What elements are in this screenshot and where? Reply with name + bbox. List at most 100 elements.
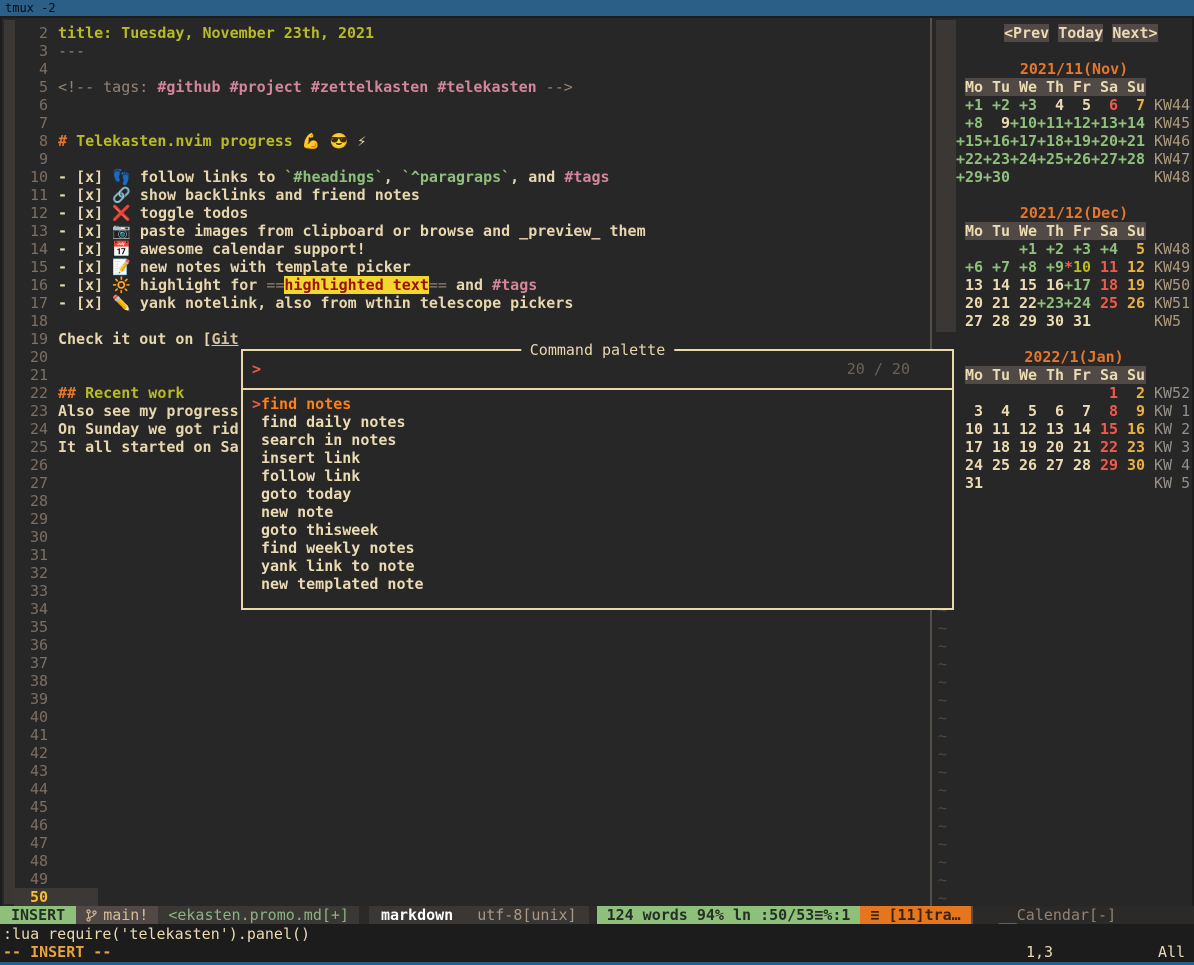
calendar-day[interactable]: 14 xyxy=(983,276,1010,294)
calendar-day[interactable]: +1 xyxy=(1010,240,1037,258)
calendar-day[interactable]: 27 xyxy=(956,312,983,330)
calendar-day[interactable]: +19 xyxy=(1064,132,1091,150)
calendar-day[interactable]: +23 xyxy=(983,150,1010,168)
calendar-panel[interactable]: <Prev Today Next>2021/11(Nov)MoTuWeThFrS… xyxy=(956,24,1192,492)
calendar-day[interactable]: 23 xyxy=(1118,438,1145,456)
next-button[interactable]: Next> xyxy=(1112,24,1157,42)
editor-line[interactable]: 41 xyxy=(14,726,646,744)
calendar-day[interactable]: 9 xyxy=(1118,402,1145,420)
calendar-day[interactable]: 31 xyxy=(1064,312,1091,330)
editor-line[interactable]: 38 xyxy=(14,672,646,690)
calendar-day[interactable]: 12 xyxy=(1118,258,1145,276)
calendar-day[interactable]: 3 xyxy=(956,402,983,420)
editor-line[interactable]: 39 xyxy=(14,690,646,708)
today-button[interactable]: Today xyxy=(1058,24,1103,42)
calendar-day[interactable]: +26 xyxy=(1064,150,1091,168)
calendar-day[interactable]: 28 xyxy=(983,312,1010,330)
editor-line[interactable]: 13- [x] 📷 paste images from clipboard or… xyxy=(14,222,646,240)
editor-line[interactable]: 36 xyxy=(14,636,646,654)
calendar-day[interactable]: +3 xyxy=(1064,240,1091,258)
calendar-day[interactable]: +10 xyxy=(1010,114,1037,132)
palette-item[interactable]: find daily notes xyxy=(243,413,952,431)
calendar-day[interactable]: 14 xyxy=(1064,420,1091,438)
editor-line[interactable]: 7 xyxy=(14,114,646,132)
calendar-day[interactable]: 15 xyxy=(1010,276,1037,294)
palette-item[interactable]: new note xyxy=(243,503,952,521)
calendar-day[interactable]: 16 xyxy=(1118,420,1145,438)
editor-line[interactable]: 43 xyxy=(14,762,646,780)
calendar-day[interactable]: +15 xyxy=(956,132,983,150)
calendar-day[interactable]: 8 xyxy=(1091,402,1118,420)
editor-line[interactable]: 49 xyxy=(14,870,646,888)
editor-line[interactable]: 5<!-- tags: #github #project #zettelkast… xyxy=(14,78,646,96)
editor-line[interactable]: 16- [x] 🔆 highlight for ==highlighted te… xyxy=(14,276,646,294)
editor-line[interactable]: 18 xyxy=(14,312,646,330)
calendar-day[interactable]: 24 xyxy=(956,456,983,474)
palette-prompt-row[interactable]: > 20 / 20 xyxy=(243,351,952,388)
editor-line[interactable]: 9 xyxy=(14,150,646,168)
calendar-day[interactable]: +8 xyxy=(956,114,983,132)
calendar-day[interactable]: 18 xyxy=(1091,276,1118,294)
prev-button[interactable]: <Prev xyxy=(1004,24,1049,42)
calendar-day[interactable]: 13 xyxy=(956,276,983,294)
calendar-day[interactable]: 29 xyxy=(1091,456,1118,474)
editor-line[interactable]: 11- [x] 🔗 show backlinks and friend note… xyxy=(14,186,646,204)
calendar-day[interactable]: 11 xyxy=(983,420,1010,438)
editor-line[interactable]: 10- [x] 👣 follow links to `#headings`, `… xyxy=(14,168,646,186)
calendar-day[interactable]: +23 xyxy=(1037,294,1064,312)
palette-item-list[interactable]: >find notes find daily notes search in n… xyxy=(243,388,952,593)
calendar-day[interactable]: +27 xyxy=(1091,150,1118,168)
palette-item[interactable]: yank link to note xyxy=(243,557,952,575)
palette-item[interactable]: new templated note xyxy=(243,575,952,593)
calendar-day[interactable]: *10 xyxy=(1064,258,1091,276)
calendar-day[interactable]: +18 xyxy=(1037,132,1064,150)
calendar-day[interactable]: 7 xyxy=(1118,96,1145,114)
calendar-day[interactable]: +21 xyxy=(1118,132,1145,150)
editor-line[interactable]: 50 xyxy=(14,888,646,906)
command-palette[interactable]: Command palette > 20 / 20 >find notes fi… xyxy=(241,349,954,610)
calendar-day[interactable]: +2 xyxy=(983,96,1010,114)
calendar-day[interactable]: +1 xyxy=(956,96,983,114)
editor-line[interactable]: 17- [x] ✏️ yank notelink, also from wthi… xyxy=(14,294,646,312)
calendar-day[interactable]: 10 xyxy=(956,420,983,438)
calendar-day[interactable]: 5 xyxy=(1010,402,1037,420)
editor-line[interactable]: 47 xyxy=(14,834,646,852)
command-line[interactable]: :lua require('telekasten').panel() xyxy=(3,925,310,943)
calendar-day[interactable]: 1 xyxy=(1091,384,1118,402)
calendar-day[interactable]: 22 xyxy=(1091,438,1118,456)
calendar-day[interactable]: +8 xyxy=(1010,258,1037,276)
calendar-day[interactable]: 31 xyxy=(956,474,983,492)
calendar-day[interactable]: +24 xyxy=(1064,294,1091,312)
calendar-day[interactable]: 29 xyxy=(1010,312,1037,330)
calendar-day[interactable]: +29 xyxy=(956,168,983,186)
calendar-day[interactable]: 11 xyxy=(1091,258,1118,276)
palette-item[interactable]: goto thisweek xyxy=(243,521,952,539)
editor-line[interactable]: 6 xyxy=(14,96,646,114)
calendar-day[interactable]: +12 xyxy=(1064,114,1091,132)
palette-item[interactable]: insert link xyxy=(243,449,952,467)
calendar-day[interactable]: 2 xyxy=(1118,384,1145,402)
editor-line[interactable]: 15- [x] 📝 new notes with template picker xyxy=(14,258,646,276)
palette-item[interactable]: >find notes xyxy=(243,395,952,413)
editor-line[interactable]: 40 xyxy=(14,708,646,726)
calendar-day[interactable]: 19 xyxy=(1010,438,1037,456)
calendar-day[interactable]: 21 xyxy=(1064,438,1091,456)
calendar-day[interactable]: 6 xyxy=(1037,402,1064,420)
calendar-day[interactable]: +3 xyxy=(1010,96,1037,114)
calendar-day[interactable]: 17 xyxy=(956,438,983,456)
calendar-day[interactable]: +28 xyxy=(1118,150,1145,168)
calendar-day[interactable]: 18 xyxy=(983,438,1010,456)
palette-item[interactable]: follow link xyxy=(243,467,952,485)
calendar-day[interactable]: +13 xyxy=(1091,114,1118,132)
calendar-day[interactable]: 12 xyxy=(1010,420,1037,438)
calendar-day[interactable]: +7 xyxy=(983,258,1010,276)
palette-item[interactable]: find weekly notes xyxy=(243,539,952,557)
editor-line[interactable]: 42 xyxy=(14,744,646,762)
calendar-day[interactable]: +16 xyxy=(983,132,1010,150)
editor-line[interactable]: 3--- xyxy=(14,42,646,60)
calendar-day[interactable]: 30 xyxy=(1118,456,1145,474)
editor-line[interactable]: 37 xyxy=(14,654,646,672)
calendar-day[interactable]: 28 xyxy=(1064,456,1091,474)
calendar-day[interactable]: +30 xyxy=(983,168,1010,186)
calendar-day[interactable]: 9 xyxy=(983,114,1010,132)
